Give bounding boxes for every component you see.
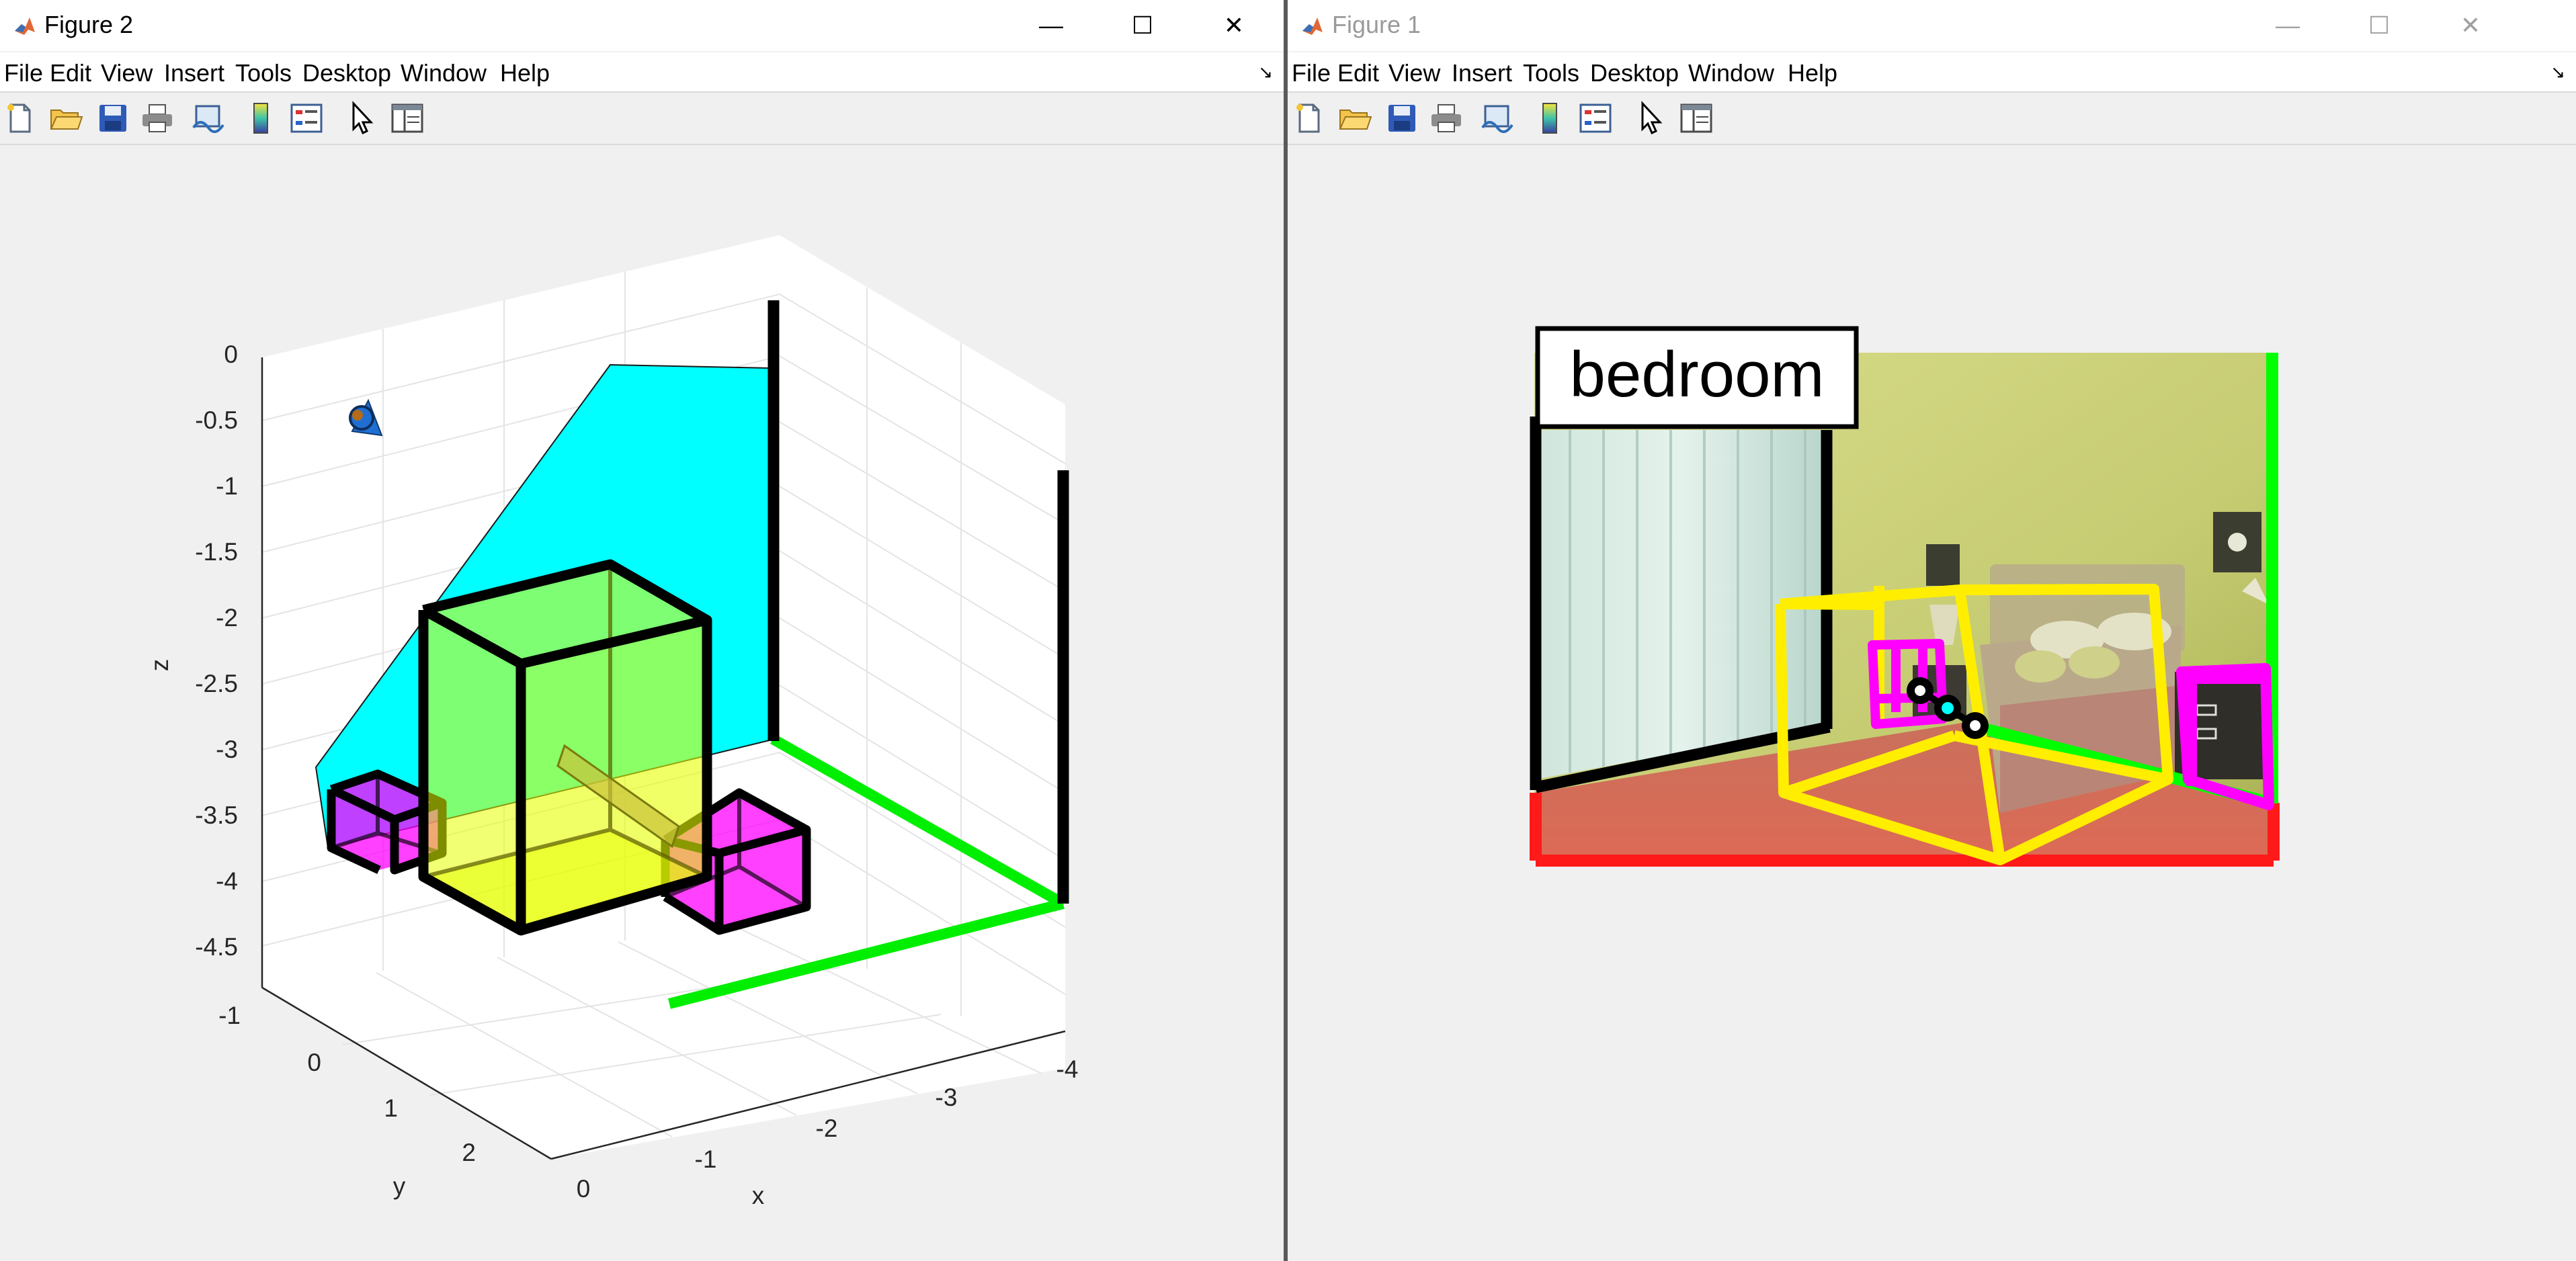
x-tick: -1 — [695, 1145, 717, 1173]
y-tick: -1 — [218, 1002, 241, 1029]
maximize-button[interactable]: ☐ — [2352, 7, 2406, 44]
y-axis-label: y — [393, 1172, 406, 1200]
z-tick: -0.5 — [195, 406, 238, 434]
z-tick: -3 — [216, 736, 238, 763]
matlab-logo-icon — [15, 17, 35, 35]
insert-colorbar-icon[interactable] — [1532, 101, 1567, 136]
maximize-button[interactable]: ☐ — [1116, 7, 1169, 44]
z-tick: -4.5 — [195, 933, 238, 961]
menu-bar: File Edit View Insert Tools Desktop Wind… — [0, 52, 1284, 93]
edit-plot-icon[interactable] — [1633, 101, 1668, 136]
menu-file[interactable]: File — [4, 59, 43, 87]
property-editor-icon[interactable] — [1679, 101, 1714, 136]
axes-3d[interactable]: 0 -0.5 -1 -1.5 -2 -2.5 -3 -3.5 -4 -4.5 -… — [0, 145, 1284, 1261]
minimize-button[interactable]: — — [1024, 7, 1078, 44]
menu-help[interactable]: Help — [500, 59, 550, 87]
open-file-icon[interactable] — [48, 101, 83, 136]
y-tick: 2 — [462, 1139, 476, 1166]
z-tick: -1 — [216, 472, 238, 500]
dock-arrow-icon[interactable]: ↘ — [1258, 62, 1273, 83]
z-tick: 0 — [224, 341, 238, 368]
link-plot-icon[interactable] — [191, 101, 226, 136]
print-icon[interactable] — [140, 101, 175, 136]
window-title: Figure 1 — [1332, 11, 1421, 38]
minimize-icon: — — [2276, 11, 2300, 39]
z-tick: -2.5 — [195, 670, 238, 697]
maximize-icon: ☐ — [1131, 11, 1154, 39]
z-tick: -2 — [216, 604, 238, 632]
x-axis-label: x — [752, 1182, 765, 1209]
window-title: Figure 2 — [44, 11, 134, 38]
z-tick-labels: 0 -0.5 -1 -1.5 -2 -2.5 -3 -3.5 -4 -4.5 — [195, 341, 238, 961]
property-editor-icon[interactable] — [390, 101, 425, 136]
menu-bar: File Edit View Insert Tools Desktop Wind… — [1288, 52, 2576, 93]
menu-window[interactable]: Window — [1688, 59, 1774, 87]
menu-desktop[interactable]: Desktop — [302, 59, 391, 87]
menu-view[interactable]: View — [1388, 59, 1440, 87]
close-button[interactable]: ✕ — [2444, 7, 2497, 44]
z-tick: -1.5 — [195, 538, 238, 566]
menu-file[interactable]: File — [1292, 59, 1331, 87]
menu-help[interactable]: Help — [1788, 59, 1837, 87]
x-tick: -4 — [1056, 1055, 1079, 1083]
minimize-button[interactable]: — — [2261, 7, 2315, 44]
menu-insert[interactable]: Insert — [164, 59, 224, 87]
new-figure-icon[interactable] — [1292, 101, 1327, 136]
menu-edit[interactable]: Edit — [1337, 59, 1379, 87]
figure-1-window: Figure 1 — ☐ ✕ File Edit View Insert Too… — [1288, 0, 2576, 1261]
title-bar[interactable]: Figure 1 — ☐ ✕ — [1288, 0, 2576, 51]
maximize-icon: ☐ — [2368, 11, 2391, 39]
dock-arrow-icon[interactable]: ↘ — [2550, 62, 2565, 83]
x-tick: -2 — [816, 1115, 838, 1142]
scene-label-text: bedroom — [1570, 339, 1825, 410]
image-axes-area[interactable]: bedroom — [1288, 145, 2576, 1261]
menu-insert[interactable]: Insert — [1452, 59, 1512, 87]
menu-tools[interactable]: Tools — [1523, 59, 1579, 87]
scene-annotation-view[interactable]: bedroom — [1288, 145, 2576, 1261]
close-icon: ✕ — [1223, 11, 1245, 39]
edit-plot-icon[interactable] — [344, 101, 379, 136]
scene-label: bedroom — [1535, 326, 1859, 429]
y-tick: 0 — [307, 1049, 321, 1076]
insert-legend-icon[interactable] — [1578, 101, 1613, 136]
print-icon[interactable] — [1429, 101, 1464, 136]
x-tick: 0 — [577, 1175, 591, 1203]
close-button[interactable]: ✕ — [1207, 7, 1261, 44]
open-file-icon[interactable] — [1337, 101, 1372, 136]
x-tick: -3 — [936, 1084, 958, 1111]
save-icon[interactable] — [95, 101, 130, 136]
insert-legend-icon[interactable] — [289, 101, 324, 136]
z-axis-label: z — [146, 659, 173, 672]
menu-view[interactable]: View — [101, 59, 153, 87]
save-icon[interactable] — [1384, 101, 1419, 136]
figure-toolbar — [0, 93, 1284, 145]
menu-edit[interactable]: Edit — [50, 59, 91, 87]
new-figure-icon[interactable] — [3, 101, 38, 136]
menu-window[interactable]: Window — [401, 59, 487, 87]
figure-2-window: Figure 2 — ☐ ✕ File Edit View Insert Too… — [0, 0, 1284, 1261]
close-icon: ✕ — [2460, 11, 2481, 39]
figure-toolbar — [1288, 93, 2576, 145]
link-plot-icon[interactable] — [1480, 101, 1515, 136]
y-tick: 1 — [384, 1094, 398, 1122]
matlab-logo-icon — [1302, 17, 1323, 35]
menu-tools[interactable]: Tools — [235, 59, 292, 87]
insert-colorbar-icon[interactable] — [243, 101, 278, 136]
bed-bounding-box — [418, 559, 712, 936]
z-tick: -4 — [216, 867, 238, 895]
minimize-icon: — — [1039, 11, 1063, 39]
title-bar[interactable]: Figure 2 — ☐ ✕ — [0, 0, 1284, 51]
menu-desktop[interactable]: Desktop — [1590, 59, 1679, 87]
axes-3d-area[interactable]: 0 -0.5 -1 -1.5 -2 -2.5 -3 -3.5 -4 -4.5 -… — [0, 145, 1284, 1261]
z-tick: -3.5 — [195, 801, 238, 829]
